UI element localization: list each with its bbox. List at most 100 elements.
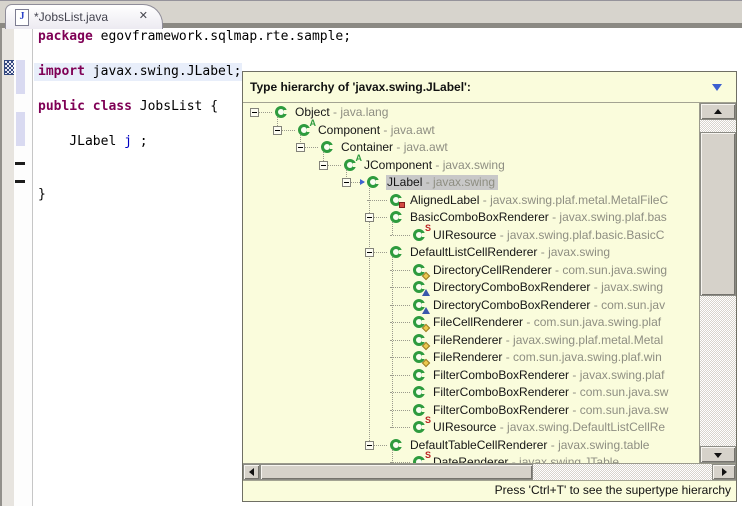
tree-item-filtercomboboxrenderer[interactable]: FilterComboBoxRenderer - javax.swing.pla… (244, 367, 698, 384)
tree-connector (390, 340, 410, 341)
fold-dash-marker (15, 180, 25, 183)
popup-title: Type hierarchy of 'javax.swing.JLabel': (250, 80, 471, 94)
close-icon[interactable]: ✕ (139, 9, 148, 22)
class-icon (412, 349, 428, 365)
code-token: javax.swing.JLabel; (85, 64, 242, 79)
popup-status-bar: Press 'Ctrl+T' to see the supertype hier… (243, 480, 736, 501)
code-token: public (38, 99, 85, 114)
scroll-up-button[interactable] (700, 103, 736, 120)
collapse-toggle-icon[interactable] (342, 178, 351, 187)
scroll-left-button[interactable] (243, 464, 260, 480)
tree-item-filerenderer[interactable]: FileRenderer - javax.swing.plaf.metal.Me… (244, 332, 698, 349)
tree-item-directorycomboboxrenderer[interactable]: DirectoryComboBoxRenderer - com.sun.jav (244, 297, 698, 314)
abstract-overlay-icon: A (310, 118, 317, 128)
tab-title: *JobsList.java (34, 10, 108, 24)
selected-tree-label: JLabel - javax.swing (386, 175, 498, 190)
changed-lines-indicator (16, 60, 25, 94)
type-hierarchy-popup: Type hierarchy of 'javax.swing.JLabel': … (242, 71, 737, 502)
tree-item-alignedlabel[interactable]: AlignedLabel - javax.swing.plaf.metal.Me… (244, 192, 698, 209)
code-token: ; (132, 134, 148, 149)
tree-connector (305, 147, 318, 148)
tree-label: DateRenderer - javax.swing.JTable (432, 455, 622, 463)
tree-label: Component - java.awt (317, 123, 438, 138)
tree-label: DirectoryComboBoxRenderer - javax.swing (432, 280, 666, 295)
fold-dash-marker (15, 162, 25, 165)
tree-item-defaultlistcellrenderer[interactable]: DefaultListCellRenderer - javax.swing (244, 244, 698, 261)
package-overlay-icon (422, 307, 430, 314)
class-icon (366, 174, 382, 190)
code-line-1[interactable]: package egovframework.sqlmap.rte.sample; (38, 28, 351, 46)
collapse-toggle-icon[interactable] (365, 213, 374, 222)
collapse-toggle-icon[interactable] (250, 108, 259, 117)
tree-item-defaulttablecellrenderer[interactable]: DefaultTableCellRenderer - javax.swing.t… (244, 437, 698, 454)
tree-connector (390, 270, 410, 271)
tree-connector (390, 357, 410, 358)
collapse-toggle-icon[interactable] (365, 441, 374, 450)
class-icon: S (412, 227, 428, 243)
horizontal-scrollbar[interactable] (243, 463, 736, 480)
menu-dropdown-icon[interactable] (712, 84, 722, 91)
tree-label: DirectoryCellRenderer - com.sun.java.swi… (432, 263, 670, 278)
tree-item-component[interactable]: AComponent - java.awt (244, 122, 698, 139)
code-token: } (38, 187, 46, 202)
class-icon (412, 262, 428, 278)
editor-tab-jobslist[interactable]: J *JobsList.java ✕ (5, 4, 163, 29)
class-icon (389, 244, 405, 260)
tree-label: UIResource - javax.swing.plaf.basic.Basi… (432, 228, 667, 243)
tree-label: DefaultListCellRenderer - javax.swing (409, 245, 613, 260)
tree-item-directorycomboboxrenderer[interactable]: DirectoryComboBoxRenderer - javax.swing (244, 279, 698, 296)
class-icon (412, 297, 428, 313)
tree-label: DefaultTableCellRenderer - javax.swing.t… (409, 438, 652, 453)
code-token: JLabel (38, 134, 124, 149)
quickdiff-column[interactable] (14, 28, 33, 506)
status-text: Press 'Ctrl+T' to see the supertype hier… (495, 483, 731, 497)
tree-connector (328, 165, 341, 166)
class-icon: A (343, 157, 359, 173)
vertical-scrollbar[interactable] (699, 103, 736, 463)
tree-item-uiresource[interactable]: S UIResource - javax.swing.plaf.basic.Bas… (244, 227, 698, 244)
tree-item-basiccomboboxrenderer[interactable]: BasicComboBoxRenderer - javax.swing.plaf… (244, 209, 698, 226)
vertical-scrollbar-thumb[interactable] (700, 132, 736, 296)
tree-label: FilterComboBoxRenderer - com.sun.java.sw (432, 403, 671, 418)
code-token: package (38, 29, 93, 44)
tree-label: BasicComboBoxRenderer - javax.swing.plaf… (409, 210, 670, 225)
horizontal-scrollbar-thumb[interactable] (260, 464, 533, 480)
scroll-down-button[interactable] (700, 446, 736, 463)
code-line-2[interactable] (38, 46, 351, 64)
tree-connector (374, 252, 387, 253)
tree-item-filtercomboboxrenderer[interactable]: FilterComboBoxRenderer - com.sun.java.sw (244, 384, 698, 401)
tree-item-jcomponent[interactable]: AJComponent - javax.swing (244, 157, 698, 174)
popup-header: Type hierarchy of 'javax.swing.JLabel': (243, 72, 736, 103)
tree-connector (390, 322, 410, 323)
collapse-toggle-icon[interactable] (319, 161, 328, 170)
tree-item-container[interactable]: Container - java.awt (244, 139, 698, 156)
tree-connector (390, 235, 410, 236)
tree-connector (259, 112, 272, 113)
focus-marker-icon (360, 179, 365, 185)
tree-label: FileRenderer - javax.swing.plaf.metal.Me… (432, 333, 666, 348)
tree-connector (390, 427, 410, 428)
code-token: JobsList { (132, 99, 218, 114)
tree-item-filerenderer[interactable]: FileRenderer - com.sun.java.swing.plaf.w… (244, 349, 698, 366)
static-overlay-icon: S (425, 450, 431, 460)
package-overlay-icon (422, 289, 430, 296)
tree-connector (390, 305, 410, 306)
annotation-ruler[interactable] (0, 28, 14, 506)
tree-connector (282, 130, 295, 131)
tree-item-jlabel[interactable]: JLabel - javax.swing (244, 174, 698, 191)
collapse-toggle-icon[interactable] (365, 248, 374, 257)
tree-item-daterenderer[interactable]: SDateRenderer - javax.swing.JTable (244, 454, 698, 463)
tree-connector (390, 410, 410, 411)
tree-item-directorycellrenderer[interactable]: DirectoryCellRenderer - com.sun.java.swi… (244, 262, 698, 279)
code-token (85, 99, 93, 114)
class-icon (389, 437, 405, 453)
tree-item-filtercomboboxrenderer[interactable]: FilterComboBoxRenderer - com.sun.java.sw (244, 402, 698, 419)
scroll-right-button[interactable] (712, 464, 736, 480)
tree-item-uiresource[interactable]: SUIResource - javax.swing.DefaultListCel… (244, 419, 698, 436)
class-icon: S (412, 419, 428, 435)
collapse-toggle-icon[interactable] (273, 126, 282, 135)
collapse-toggle-icon[interactable] (296, 143, 305, 152)
tree-item-filecellrenderer[interactable]: FileCellRenderer - com.sun.java.swing.pl… (244, 314, 698, 331)
tree-connector (374, 217, 387, 218)
tree-label: FilterComboBoxRenderer - javax.swing.pla… (432, 368, 667, 383)
